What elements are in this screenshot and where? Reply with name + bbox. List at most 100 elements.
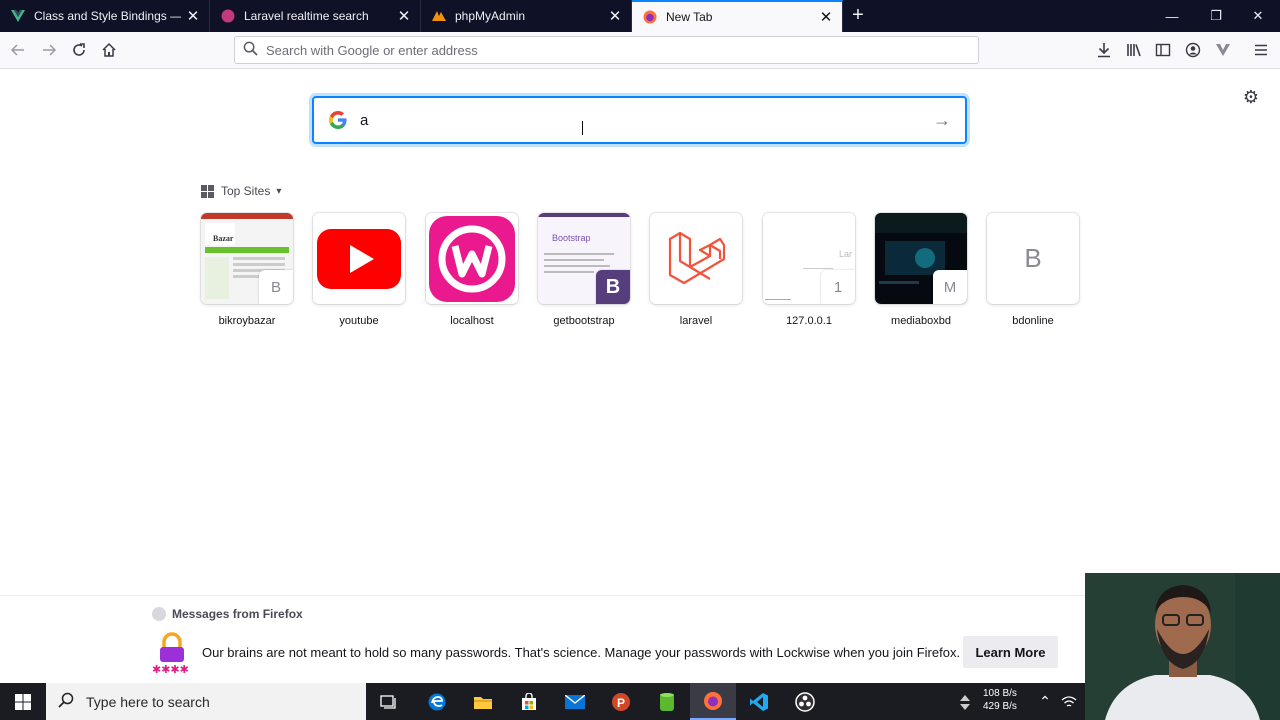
site-badge: B xyxy=(259,270,293,304)
firefox-taskbar-icon[interactable] xyxy=(690,683,736,720)
taskbar-search-placeholder: Type here to search xyxy=(86,693,210,710)
webcam-overlay xyxy=(1085,573,1280,720)
site-name: youtube xyxy=(339,315,379,327)
close-icon[interactable]: ✕ xyxy=(814,5,838,29)
site-thumbnail: Bazar B xyxy=(201,213,293,304)
tab-phpmyadmin[interactable]: phpMyAdmin ✕ xyxy=(421,0,632,32)
tab-laravel-search[interactable]: Laravel realtime search ✕ xyxy=(210,0,421,32)
back-icon[interactable] xyxy=(6,38,30,62)
account-icon[interactable] xyxy=(1181,38,1205,62)
laravel-icon xyxy=(220,8,236,24)
wampserver-icon xyxy=(426,213,518,304)
top-site-localhost[interactable]: localhost xyxy=(426,213,518,327)
edge-icon[interactable] xyxy=(414,683,460,720)
home-icon[interactable] xyxy=(97,38,121,62)
obs-icon[interactable] xyxy=(782,683,828,720)
learn-more-button[interactable]: Learn More xyxy=(963,636,1058,668)
new-tab-plus-icon[interactable]: + xyxy=(846,4,870,28)
top-site-127-0-0-1[interactable]: Lar 1 127.0.0.1 xyxy=(763,213,855,327)
laravel-icon xyxy=(650,213,742,304)
search-icon xyxy=(58,692,74,711)
vue-icon xyxy=(10,8,26,24)
text-cursor-icon xyxy=(582,121,586,135)
tab-label: phpMyAdmin xyxy=(455,9,526,23)
menu-icon[interactable] xyxy=(1249,38,1273,62)
svg-text:Bootstrap: Bootstrap xyxy=(552,233,591,243)
firefox-icon xyxy=(152,607,166,621)
network-speed: 108 B/s 429 B/s xyxy=(983,687,1017,713)
arrow-right-icon[interactable]: → xyxy=(927,105,957,135)
message-text: Our brains are not meant to hold so many… xyxy=(202,645,961,660)
google-search-input[interactable] xyxy=(360,111,927,129)
lockwise-icon: ✱✱✱✱ xyxy=(152,632,192,676)
site-name: laravel xyxy=(679,315,713,327)
top-site-laravel[interactable]: laravel xyxy=(650,213,742,327)
sidebar-icon[interactable] xyxy=(1151,38,1175,62)
site-name: mediaboxbd xyxy=(891,315,951,327)
reload-icon[interactable] xyxy=(67,38,91,62)
nav-bar xyxy=(0,32,1280,69)
tab-label: New Tab xyxy=(666,10,713,24)
site-name: bikroybazar xyxy=(218,315,276,327)
wifi-icon[interactable] xyxy=(1054,683,1084,720)
site-thumbnail: Lar 1 xyxy=(763,213,855,304)
site-thumbnail: Bootstrap B xyxy=(538,213,630,304)
windows-taskbar: Type here to search P 108 B/s 429 B/s ⌃ xyxy=(0,683,1085,720)
svg-text:Bazar: Bazar xyxy=(213,234,234,243)
svg-text:✱✱✱✱: ✱✱✱✱ xyxy=(152,663,189,674)
window-close-icon[interactable]: ✕ xyxy=(1236,0,1280,32)
site-thumbnail: M xyxy=(875,213,967,304)
address-input[interactable] xyxy=(266,42,978,58)
top-sites-header[interactable]: Top Sites ▾ xyxy=(201,184,281,198)
messages-header-label: Messages from Firefox xyxy=(172,607,303,621)
address-bar[interactable] xyxy=(234,36,979,64)
database-tool-icon[interactable] xyxy=(644,683,690,720)
top-site-bdonline[interactable]: B bdonline xyxy=(987,213,1079,327)
grid-icon xyxy=(201,184,214,198)
forward-icon[interactable] xyxy=(37,38,61,62)
messages-panel: Messages from Firefox ✱✱✱✱ Our brains ar… xyxy=(0,595,1085,683)
minimize-icon[interactable]: — xyxy=(1150,0,1194,32)
mail-icon[interactable] xyxy=(552,683,598,720)
file-explorer-icon[interactable] xyxy=(460,683,506,720)
tab-new-tab[interactable]: New Tab ✕ xyxy=(632,0,843,32)
network-updown-icon xyxy=(942,683,988,720)
firefox-icon xyxy=(642,9,658,25)
windows-start-icon[interactable] xyxy=(0,683,46,720)
site-name: getbootstrap xyxy=(553,315,615,327)
task-view-icon[interactable] xyxy=(366,683,412,720)
site-letter-tile: B xyxy=(987,213,1079,304)
search-icon xyxy=(243,41,258,59)
youtube-icon xyxy=(313,213,405,304)
powerpoint-icon[interactable]: P xyxy=(598,683,644,720)
extension-icon[interactable] xyxy=(1211,38,1235,62)
top-site-mediaboxbd[interactable]: M mediaboxbd xyxy=(875,213,967,327)
google-search-box[interactable]: → xyxy=(312,96,967,144)
top-site-bikroybazar[interactable]: Bazar B bikroybazar xyxy=(201,213,293,327)
close-icon[interactable]: ✕ xyxy=(181,4,205,28)
close-icon[interactable]: ✕ xyxy=(392,4,416,28)
top-sites-label: Top Sites xyxy=(221,184,271,198)
phpmyadmin-icon xyxy=(431,8,447,24)
downloads-icon[interactable] xyxy=(1092,38,1116,62)
settings-gear-icon[interactable]: ⚙ xyxy=(1240,87,1262,109)
net-down: 429 B/s xyxy=(983,701,1017,712)
store-icon[interactable] xyxy=(506,683,552,720)
library-icon[interactable] xyxy=(1122,38,1146,62)
site-badge: M xyxy=(933,270,967,304)
site-badge: 1 xyxy=(821,270,855,304)
site-badge: B xyxy=(596,270,630,304)
close-icon[interactable]: ✕ xyxy=(603,4,627,28)
site-name: bdonline xyxy=(1012,315,1054,327)
site-name: 127.0.0.1 xyxy=(786,315,832,327)
taskbar-search-box[interactable]: Type here to search xyxy=(46,683,366,720)
svg-text:P: P xyxy=(617,696,625,710)
top-site-getbootstrap[interactable]: Bootstrap B getbootstrap xyxy=(538,213,630,327)
site-name: localhost xyxy=(450,315,494,327)
svg-text:Lar: Lar xyxy=(839,249,852,259)
restore-icon[interactable]: ❐ xyxy=(1194,0,1238,32)
top-site-youtube[interactable]: youtube xyxy=(313,213,405,327)
vscode-icon[interactable] xyxy=(736,683,782,720)
messages-header: Messages from Firefox xyxy=(152,607,303,621)
tab-vue[interactable]: Class and Style Bindings — Vue.js ✕ xyxy=(0,0,210,32)
